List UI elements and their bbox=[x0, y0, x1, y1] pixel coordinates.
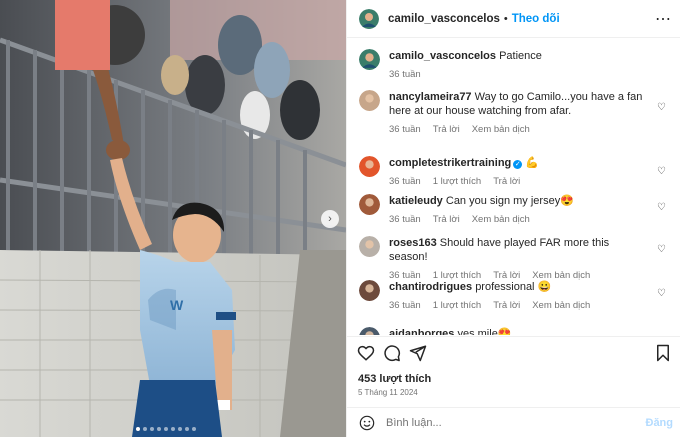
comment-username[interactable]: completestrikertraining bbox=[389, 157, 511, 169]
carousel-dot[interactable] bbox=[150, 427, 154, 431]
smiley-icon[interactable] bbox=[359, 415, 375, 431]
verified-badge-icon: ✓ bbox=[513, 160, 523, 169]
comment-text: yes mile😍 bbox=[457, 328, 512, 335]
comment-username[interactable]: katieleudy bbox=[389, 195, 443, 207]
comment-input[interactable] bbox=[386, 417, 626, 429]
caption: camilo_vasconcelos Patience 36 tuần bbox=[359, 49, 674, 82]
comment-text: professional 😀 bbox=[475, 281, 552, 293]
comment-item: aidanborges yes mile😍 bbox=[359, 327, 674, 335]
comment-like-heart-icon[interactable]: ♡ bbox=[657, 102, 666, 113]
comment-username[interactable]: chantirodrigues bbox=[389, 281, 472, 293]
comment-item: chantirodrigues professional 😀 36 tuần 1 l… bbox=[359, 280, 674, 313]
carousel-dot[interactable] bbox=[157, 427, 161, 431]
comment-like-count[interactable]: 1 lượt thích bbox=[433, 175, 482, 189]
heart-icon[interactable] bbox=[357, 344, 375, 362]
comment-like-heart-icon[interactable]: ♡ bbox=[657, 244, 666, 255]
carousel-dot[interactable] bbox=[185, 427, 189, 431]
caption-username[interactable]: camilo_vasconcelos bbox=[389, 50, 496, 62]
bookmark-icon[interactable] bbox=[654, 344, 672, 362]
comment-username[interactable]: aidanborges bbox=[389, 328, 454, 335]
add-comment-bar: Đăng bbox=[347, 407, 680, 437]
comment-item: completestrikertraining ✓ 💪 36 tuần 1 lượt … bbox=[359, 156, 674, 189]
reply-button[interactable]: Trả lời bbox=[493, 299, 520, 313]
caption-text: Patience bbox=[499, 50, 542, 62]
comment-username[interactable]: roses163 bbox=[389, 237, 437, 249]
carousel-dot[interactable] bbox=[178, 427, 182, 431]
comment-item: katieleudy Can you sign my jersey😍 36 tuầ… bbox=[359, 194, 674, 227]
comment-like-heart-icon[interactable]: ♡ bbox=[657, 166, 666, 177]
comment-username[interactable]: nancylameira77 bbox=[389, 91, 472, 103]
photo-illustration: W bbox=[0, 0, 346, 437]
comment-time: 36 tuần bbox=[389, 124, 421, 135]
comments-list[interactable]: camilo_vasconcelos Patience 36 tuần nanc… bbox=[347, 39, 680, 335]
commenter-avatar[interactable] bbox=[359, 90, 380, 111]
carousel-dot[interactable] bbox=[171, 427, 175, 431]
comment-time: 36 tuần bbox=[389, 300, 421, 311]
carousel-dot[interactable] bbox=[143, 427, 147, 431]
translate-button[interactable]: Xem bản dịch bbox=[472, 123, 530, 137]
comment-like-heart-icon[interactable]: ♡ bbox=[657, 288, 666, 299]
commenter-avatar[interactable] bbox=[359, 236, 380, 257]
post-actions: 453 lượt thích 5 Tháng 11 2024 Đăng bbox=[347, 336, 680, 437]
commenter-avatar[interactable] bbox=[359, 327, 380, 335]
caption-time: 36 tuần bbox=[389, 69, 421, 80]
reply-button[interactable]: Trả lời bbox=[433, 213, 460, 227]
post-photo[interactable]: W › bbox=[0, 0, 346, 437]
commenter-avatar[interactable] bbox=[359, 194, 380, 215]
carousel-dots bbox=[136, 427, 196, 431]
comment-text: 💪 bbox=[525, 157, 540, 169]
post-header: camilo_vasconcelos • Theo dõi ⋯ bbox=[347, 0, 680, 38]
comment-icon[interactable] bbox=[383, 344, 401, 362]
comment-text: Can you sign my jersey😍 bbox=[445, 195, 574, 207]
follow-button[interactable]: Theo dõi bbox=[512, 13, 560, 25]
reply-button[interactable]: Trả lời bbox=[433, 123, 460, 137]
post-comment-button[interactable]: Đăng bbox=[646, 417, 674, 429]
comment-item: roses163 Should have played FAR more thi… bbox=[359, 236, 674, 283]
like-count[interactable]: 453 lượt thích bbox=[358, 373, 431, 385]
commenter-avatar[interactable] bbox=[359, 280, 380, 301]
carousel-dot[interactable] bbox=[192, 427, 196, 431]
reply-button[interactable]: Trả lời bbox=[493, 175, 520, 189]
post-date: 5 Tháng 11 2024 bbox=[358, 388, 418, 397]
author-username[interactable]: camilo_vasconcelos bbox=[388, 13, 500, 25]
carousel-dot[interactable] bbox=[136, 427, 140, 431]
chevron-right-icon[interactable]: › bbox=[321, 210, 339, 228]
separator-dot: • bbox=[503, 12, 508, 25]
post-details-panel: camilo_vasconcelos • Theo dõi ⋯ camilo_v… bbox=[346, 0, 680, 437]
svg-text:W: W bbox=[170, 297, 184, 313]
share-icon[interactable] bbox=[409, 344, 427, 362]
translate-button[interactable]: Xem bản dịch bbox=[472, 213, 530, 227]
carousel-dot[interactable] bbox=[164, 427, 168, 431]
caption-avatar[interactable] bbox=[359, 49, 380, 70]
more-options-icon[interactable]: ⋯ bbox=[655, 9, 671, 29]
author-avatar[interactable] bbox=[359, 8, 379, 29]
translate-button[interactable]: Xem bản dịch bbox=[532, 299, 590, 313]
commenter-avatar[interactable] bbox=[359, 156, 380, 177]
comment-like-count[interactable]: 1 lượt thích bbox=[433, 299, 482, 313]
comment-time: 36 tuần bbox=[389, 214, 421, 225]
comment-item: nancylameira77 Way to go Camilo...you ha… bbox=[359, 90, 674, 137]
comment-like-heart-icon[interactable]: ♡ bbox=[657, 202, 666, 213]
comment-time: 36 tuần bbox=[389, 176, 421, 187]
